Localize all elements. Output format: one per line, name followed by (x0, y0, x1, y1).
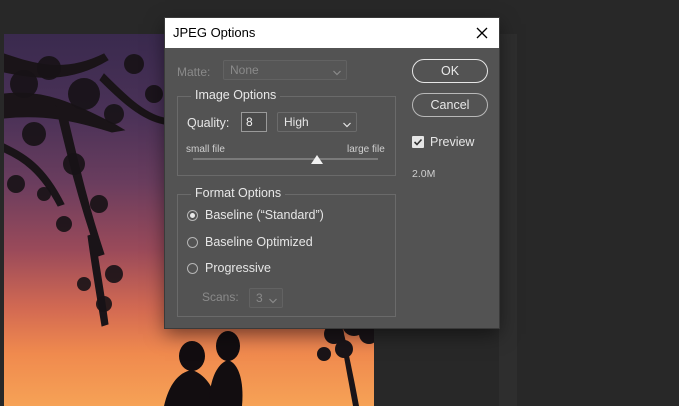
canvas-edge (499, 34, 517, 406)
chevron-down-icon (333, 65, 341, 79)
slider-max-label: large file (347, 144, 385, 155)
radio-progressive[interactable] (187, 263, 198, 274)
quality-label: Quality: (187, 116, 230, 130)
preview-checkbox[interactable] (412, 136, 424, 148)
radio-baseline-standard[interactable] (187, 210, 198, 221)
matte-value: None (230, 63, 259, 77)
chevron-down-icon (343, 117, 351, 131)
close-icon[interactable] (471, 22, 493, 44)
radio-baseline-optimized[interactable] (187, 237, 198, 248)
quality-preset-value: High (284, 115, 309, 129)
image-options-title: Image Options (191, 88, 281, 102)
slider-min-label: small file (186, 144, 225, 155)
matte-select[interactable]: None (223, 60, 347, 80)
baseline-optimized-label[interactable]: Baseline Optimized (205, 235, 313, 249)
matte-label: Matte: (177, 65, 211, 79)
scans-select[interactable]: 3 (249, 288, 283, 308)
jpeg-options-dialog: JPEG Options Matte: None Image Options Q… (165, 18, 499, 328)
preview-label[interactable]: Preview (430, 135, 474, 149)
chevron-down-icon (269, 293, 277, 307)
scans-value: 3 (256, 291, 263, 305)
quality-preset-select[interactable]: High (277, 112, 357, 132)
baseline-standard-label[interactable]: Baseline (“Standard”) (205, 208, 324, 222)
quality-slider-track[interactable] (193, 158, 378, 160)
checkmark-icon (413, 138, 423, 146)
file-size-readout: 2.0M (412, 168, 436, 180)
format-options-title: Format Options (191, 186, 286, 200)
ok-button[interactable]: OK (412, 59, 488, 83)
cancel-button[interactable]: Cancel (412, 93, 488, 117)
progressive-label[interactable]: Progressive (205, 261, 271, 275)
dialog-titlebar[interactable]: JPEG Options (165, 18, 499, 48)
quality-slider-thumb[interactable] (311, 155, 323, 164)
dialog-title: JPEG Options (173, 25, 256, 40)
quality-input[interactable]: 8 (241, 112, 267, 132)
image-options-group (177, 96, 396, 176)
scans-label: Scans: (202, 290, 239, 304)
